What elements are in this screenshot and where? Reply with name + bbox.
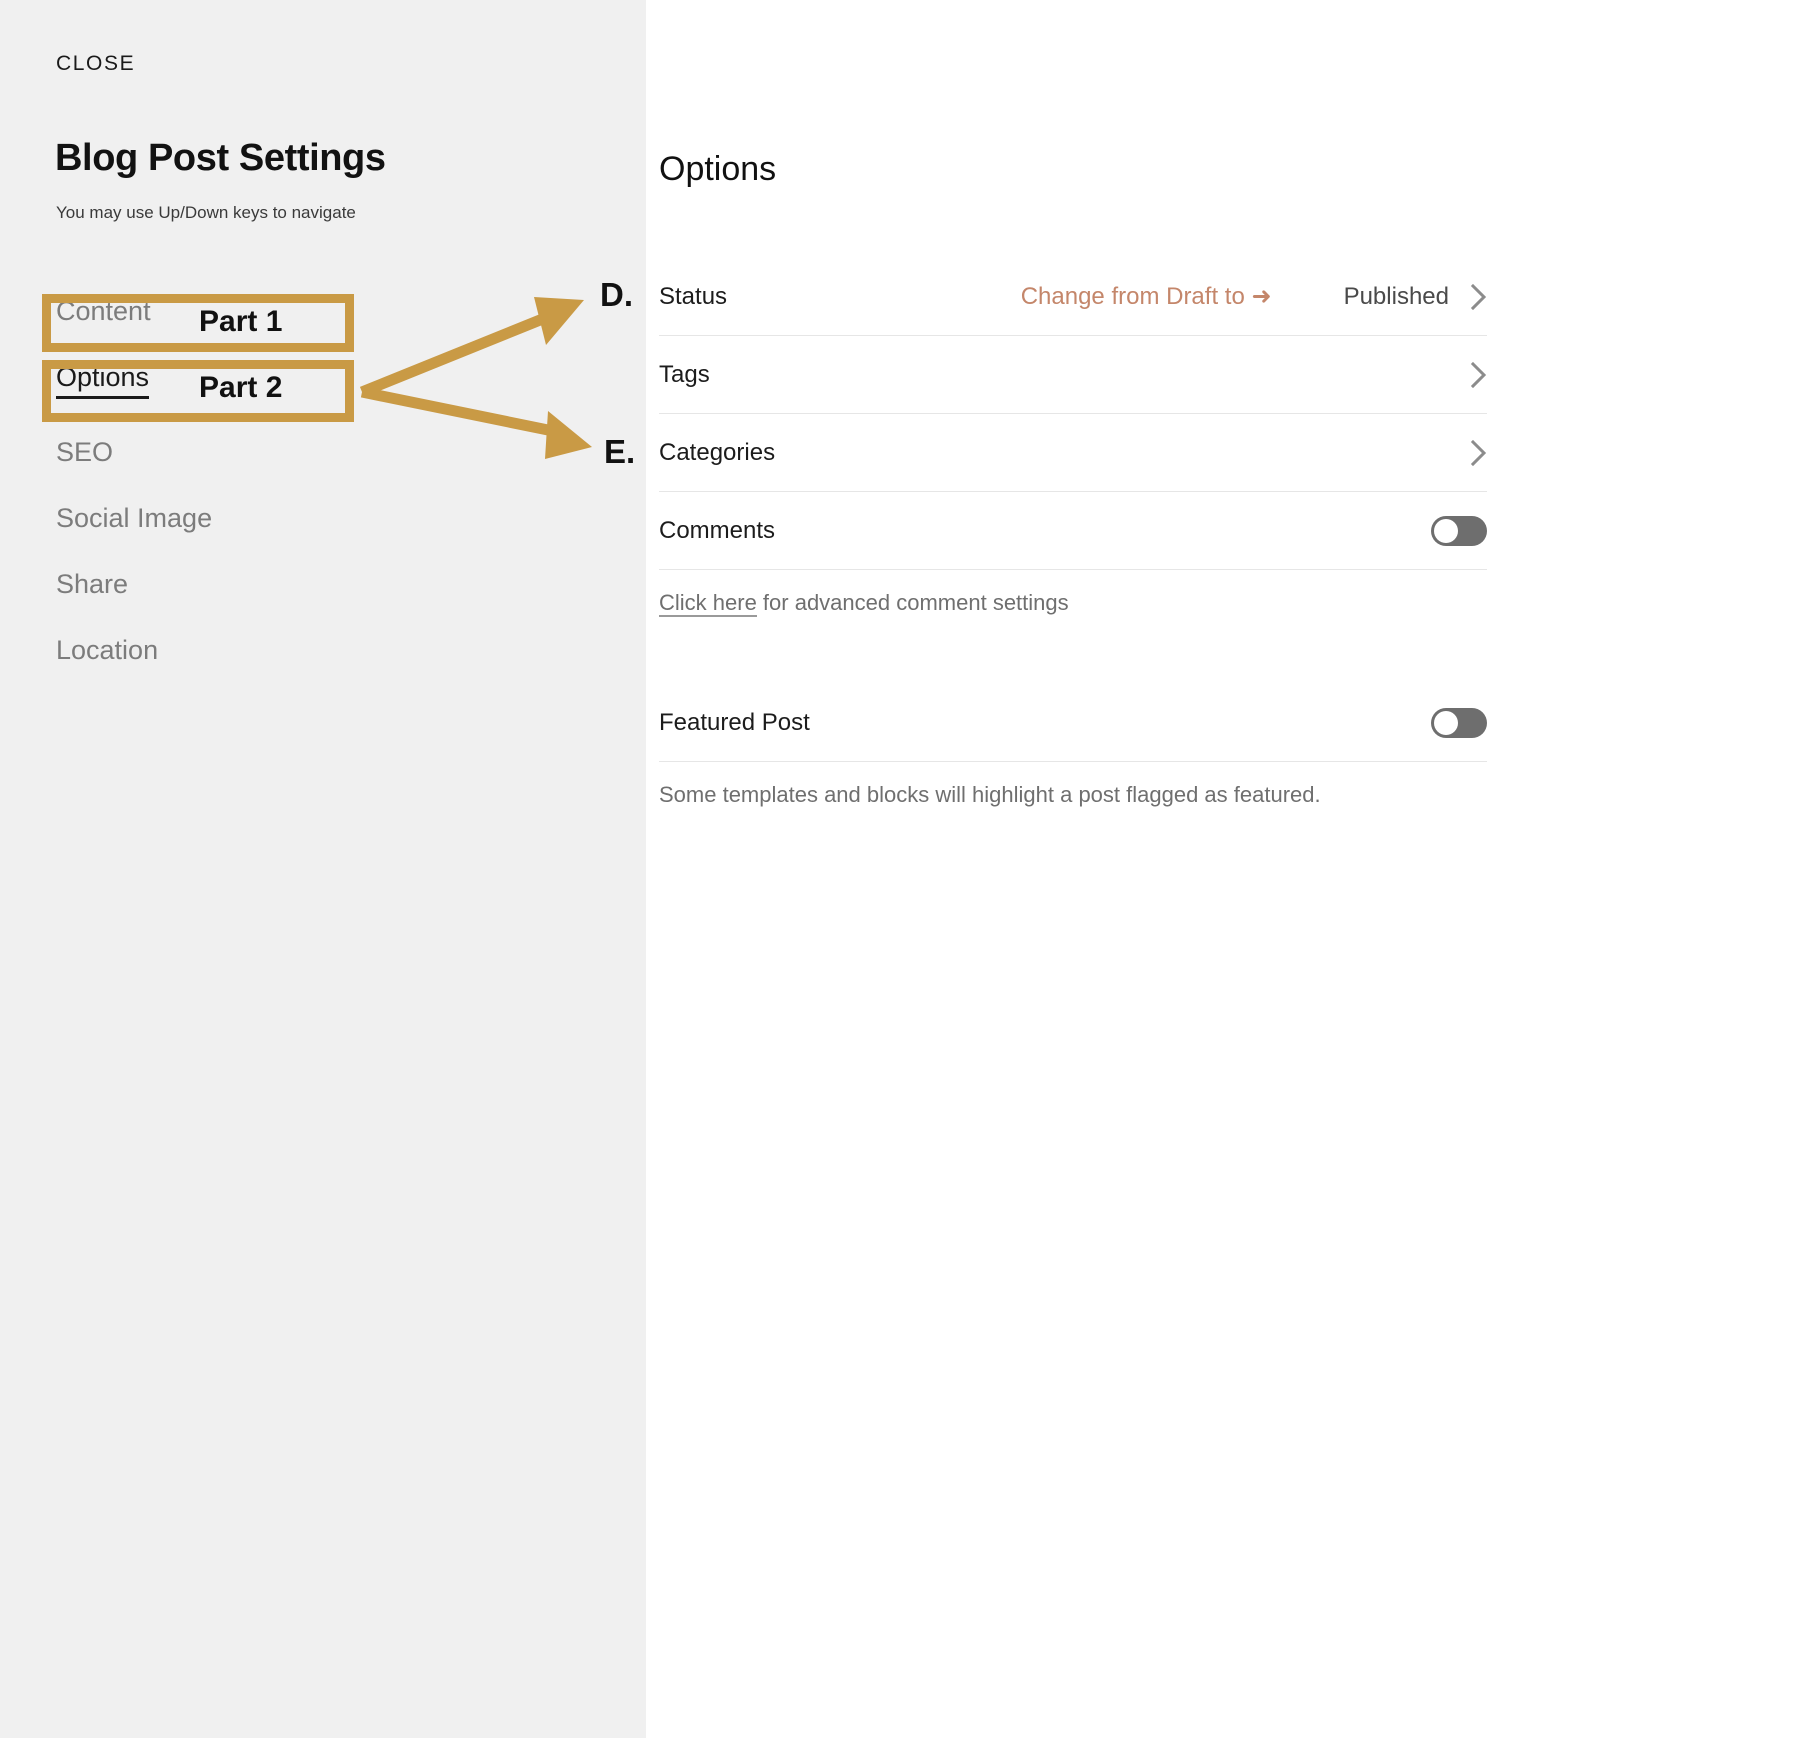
- annotation-letter-d: D.: [600, 276, 633, 313]
- row-tags[interactable]: Tags: [659, 336, 1487, 414]
- sidebar-item-seo[interactable]: SEO: [56, 437, 113, 468]
- row-status-value: Published: [1343, 282, 1449, 310]
- row-tags-label: Tags: [659, 360, 710, 388]
- annotation-box-part-1: [42, 294, 354, 352]
- settings-sidebar: CLOSE Blog Post Settings You may use Up/…: [0, 0, 646, 1738]
- blog-post-settings-screen: CLOSE Blog Post Settings You may use Up/…: [0, 0, 1798, 1738]
- toggle-knob: [1434, 710, 1458, 735]
- annotation-label-part-1: Part 1: [199, 305, 283, 338]
- row-categories[interactable]: Categories: [659, 414, 1487, 492]
- sidebar-item-share[interactable]: Share: [56, 569, 128, 600]
- comments-note: Click here for advanced comment settings: [659, 570, 1487, 622]
- row-comments-label: Comments: [659, 516, 776, 544]
- panel-title: Options: [659, 150, 777, 188]
- comments-note-rest: for advanced comment settings: [756, 590, 1069, 615]
- toggle-knob: [1434, 518, 1458, 543]
- comments-toggle[interactable]: [1431, 515, 1487, 546]
- page-title: Blog Post Settings: [55, 137, 386, 179]
- options-panel: Options Status Change from Draft to ➜ Pu…: [646, 0, 1798, 1738]
- chevron-right-icon: [1471, 361, 1487, 388]
- chevron-right-icon: [1471, 283, 1487, 310]
- sidebar-item-location[interactable]: Location: [56, 635, 158, 666]
- annotation-box-part-2: [42, 360, 354, 422]
- row-categories-label: Categories: [659, 438, 776, 466]
- options-list: Status Change from Draft to ➜ Published …: [659, 258, 1487, 814]
- sidebar-item-social-image[interactable]: Social Image: [56, 503, 212, 534]
- row-featured-post[interactable]: Featured Post: [659, 684, 1487, 762]
- row-status-hint: Change from Draft to ➜: [1020, 283, 1272, 310]
- featured-post-toggle[interactable]: [1431, 707, 1487, 738]
- close-button[interactable]: CLOSE: [56, 52, 135, 76]
- row-status[interactable]: Status Change from Draft to ➜ Published: [659, 258, 1487, 336]
- chevron-right-icon: [1471, 439, 1487, 466]
- featured-post-note: Some templates and blocks will highlight…: [659, 782, 1321, 807]
- row-featured-post-label: Featured Post: [659, 708, 810, 736]
- annotation-letter-e: E.: [604, 433, 636, 470]
- advanced-comment-settings-link[interactable]: Click here: [659, 590, 757, 617]
- page-subtitle: You may use Up/Down keys to navigate: [56, 203, 356, 222]
- row-comments[interactable]: Comments: [659, 492, 1487, 570]
- row-status-label: Status: [659, 282, 728, 310]
- annotation-label-part-2: Part 2: [199, 371, 283, 404]
